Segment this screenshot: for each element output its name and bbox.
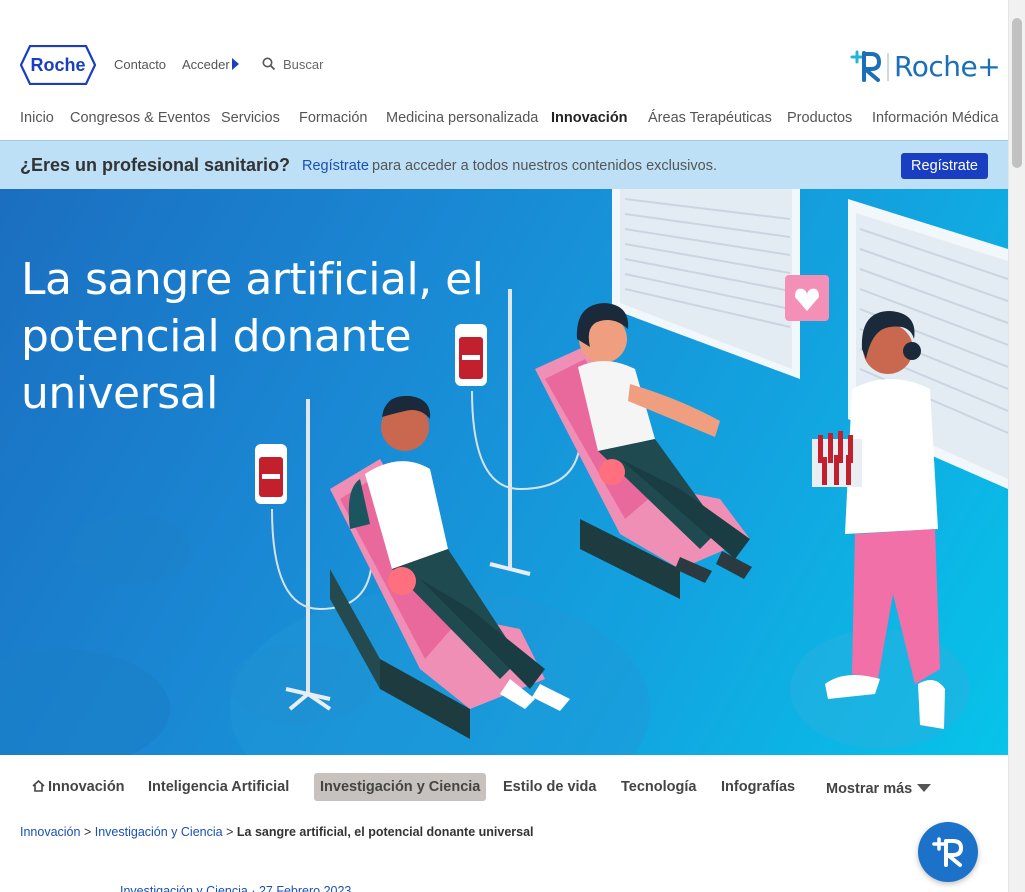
scrollbar-thumb[interactable]: [1012, 18, 1022, 168]
search-icon[interactable]: [262, 57, 276, 71]
subnav-more-label: Mostrar más: [826, 781, 913, 797]
breadcrumb-separator: >: [226, 825, 234, 839]
main-nav: Inicio Congresos & Eventos Servicios For…: [0, 110, 1008, 132]
breadcrumb-link-investigacion[interactable]: Investigación y Ciencia: [95, 825, 223, 839]
register-banner: ¿Eres un profesional sanitario? Regístra…: [0, 140, 1008, 189]
section-subnav: Innovación Inteligencia Artificial Inves…: [0, 770, 1008, 804]
roche-logo[interactable]: Roche: [20, 45, 96, 85]
nav-item-informacion[interactable]: Información Médica: [872, 110, 999, 126]
chevron-down-icon: [917, 784, 932, 792]
breadcrumb-link-innovacion[interactable]: Innovación: [20, 825, 80, 839]
nav-item-inicio[interactable]: Inicio: [20, 110, 54, 126]
nav-item-congresos[interactable]: Congresos & Eventos: [70, 110, 210, 126]
banner-register-link[interactable]: Regístrate: [302, 158, 369, 174]
hero-banner: La sangre artificial, el potencial donan…: [0, 189, 1008, 755]
subnav-tab-infografias[interactable]: Infografías: [715, 773, 801, 801]
home-icon: [32, 780, 45, 792]
subnav-tab-estilo[interactable]: Estilo de vida: [497, 773, 602, 801]
acceder-link[interactable]: Acceder: [182, 57, 230, 72]
banner-question: ¿Eres un profesional sanitario?: [20, 155, 291, 175]
nav-item-servicios[interactable]: Servicios: [221, 110, 280, 126]
subnav-tab-innovacion[interactable]: Innovación: [26, 773, 131, 801]
subnav-tab-tecnologia[interactable]: Tecnología: [615, 773, 702, 801]
nav-item-medicina[interactable]: Medicina personalizada: [386, 110, 538, 126]
subnav-label-innovacion: Innovación: [48, 779, 125, 795]
nav-item-productos[interactable]: Productos: [787, 110, 852, 126]
article-meta: Investigación y Ciencia · 27 Febrero 202…: [120, 884, 352, 892]
subnav-tab-ia[interactable]: Inteligencia Artificial: [142, 773, 295, 801]
hero-title: La sangre artificial, el potencial donan…: [21, 254, 484, 419]
breadcrumb-separator: >: [83, 825, 92, 839]
subnav-more-button[interactable]: Mostrar más: [820, 775, 937, 803]
rocheplus-fab-button[interactable]: [918, 822, 978, 882]
nav-item-formacion[interactable]: Formación: [299, 110, 368, 126]
page-scrollbar[interactable]: [1008, 0, 1025, 892]
contacto-link[interactable]: Contacto: [114, 57, 166, 72]
site-header: Roche Contacto Acceder Roche+ Inicio Con…: [0, 0, 1008, 140]
search-input[interactable]: [283, 57, 383, 72]
rocheplus-logo-text: Roche+: [894, 50, 1001, 83]
subnav-tab-investigacion[interactable]: Investigación y Ciencia: [314, 773, 487, 801]
rocheplus-icon: [932, 837, 963, 867]
breadcrumb: Innovación > Investigación y Ciencia > L…: [20, 825, 534, 839]
banner-text: para acceder a todos nuestros contenidos…: [372, 158, 717, 174]
nav-item-innovacion[interactable]: Innovación: [551, 110, 628, 126]
nav-item-areas[interactable]: Áreas Terapéuticas: [648, 110, 772, 126]
roche-logo-text: Roche: [30, 55, 85, 75]
register-button[interactable]: Regístrate: [901, 153, 988, 179]
play-arrow-icon[interactable]: [232, 58, 239, 70]
breadcrumb-current: La sangre artificial, el potencial donan…: [236, 825, 534, 839]
